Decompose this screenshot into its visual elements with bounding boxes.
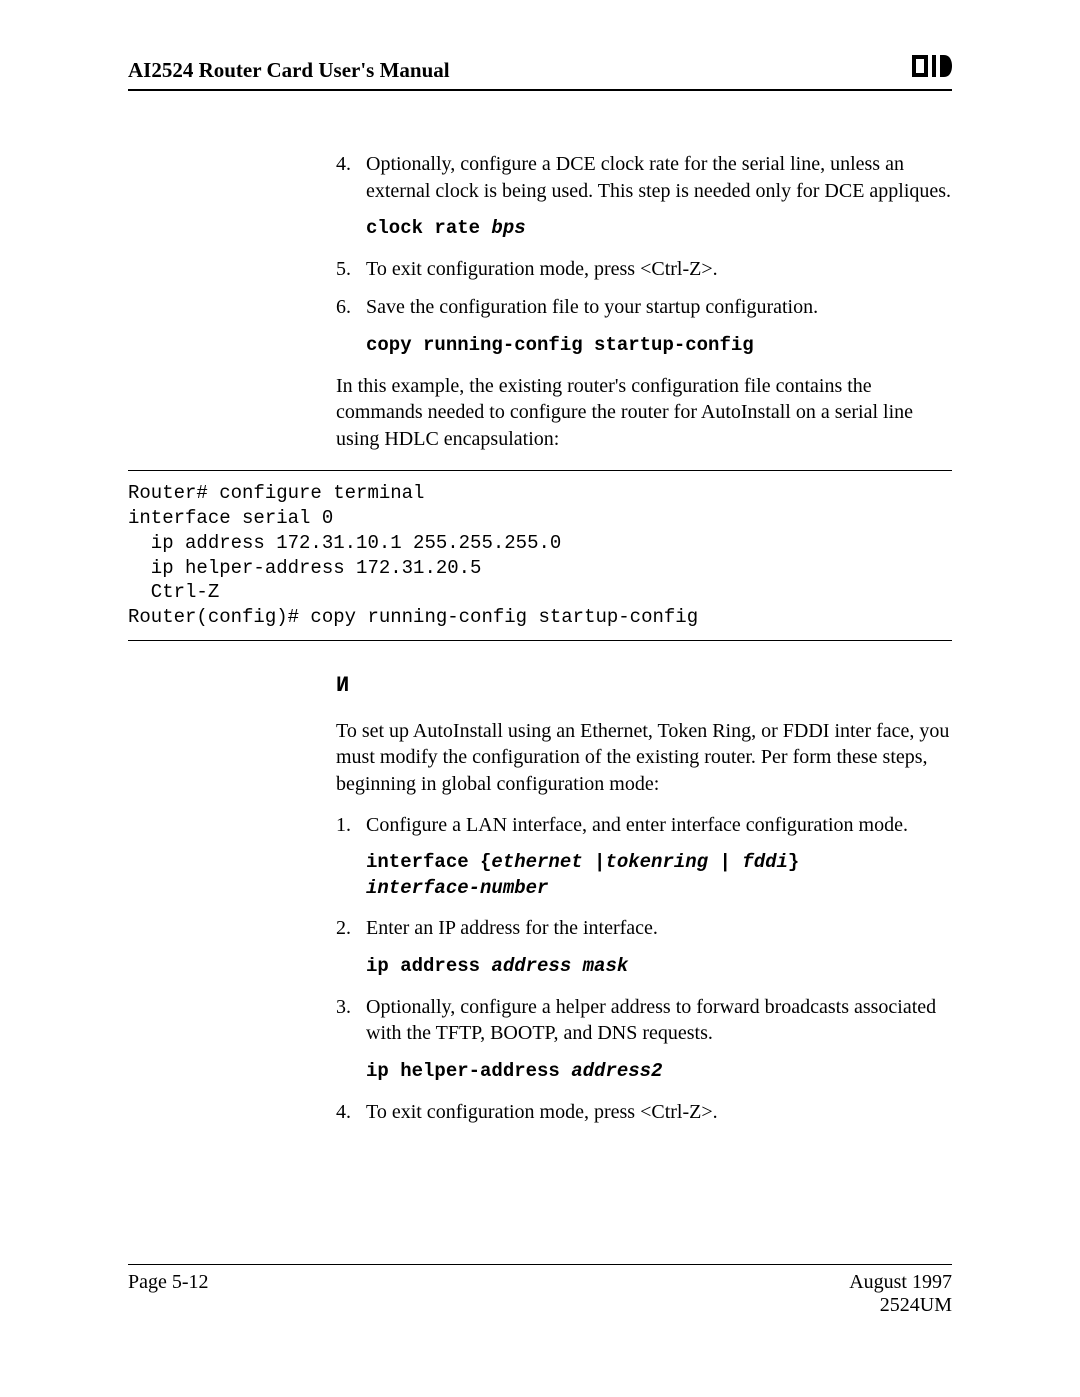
- list-text: Optionally, configure a helper address t…: [366, 994, 952, 1047]
- page: AI2524 Router Card User's Manual 4. Opti…: [0, 0, 1080, 1397]
- command-fixed: |: [719, 851, 742, 873]
- command-fixed: copy running-config startup-config: [366, 334, 754, 356]
- list-item: 5. To exit configuration mode, press <Ct…: [336, 256, 952, 283]
- footer-right: August 1997 2524UM: [849, 1271, 952, 1317]
- footer-docid: 2524UM: [849, 1294, 952, 1317]
- paragraph: In this example, the existing router's c…: [336, 373, 952, 453]
- divider: [128, 640, 952, 641]
- command-arg: bps: [491, 217, 525, 239]
- command-fixed: interface {: [366, 851, 491, 873]
- list-item: 6. Save the configuration file to your s…: [336, 294, 952, 321]
- list-text: To exit configuration mode, press <Ctrl-…: [366, 256, 952, 283]
- code-block: Router# configure terminal interface ser…: [128, 471, 952, 639]
- section-marker-icon: И: [336, 671, 952, 700]
- command-fixed: }: [788, 851, 799, 873]
- list-number: 6.: [336, 294, 366, 321]
- footer-page-number: Page 5-12: [128, 1271, 209, 1294]
- command-arg: address mask: [491, 955, 628, 977]
- list-text: Configure a LAN interface, and enter int…: [366, 812, 952, 839]
- list-item: 3. Optionally, configure a helper addres…: [336, 994, 952, 1047]
- command-fixed: ip address: [366, 955, 491, 977]
- footer-date: August 1997: [849, 1271, 952, 1294]
- code-example: Router# configure terminal interface ser…: [128, 470, 952, 640]
- page-footer: Page 5-12 August 1997 2524UM: [128, 1264, 952, 1317]
- list-number: 4.: [336, 151, 366, 204]
- list-text: To exit configuration mode, press <Ctrl-…: [366, 1099, 952, 1126]
- list-number: 5.: [336, 256, 366, 283]
- list-number: 4.: [336, 1099, 366, 1126]
- command-fixed: clock rate: [366, 217, 491, 239]
- command-line: interface {ethernet |tokenring | fddi} in…: [366, 850, 952, 901]
- brand-logo-icon: [912, 55, 952, 77]
- list-item: 4. To exit configuration mode, press <Ct…: [336, 1099, 952, 1126]
- list-number: 1.: [336, 812, 366, 839]
- command-arg: fddi: [742, 851, 788, 873]
- command-arg: ethernet: [491, 851, 594, 873]
- list-number: 2.: [336, 915, 366, 942]
- command-arg: tokenring: [605, 851, 719, 873]
- header-title: AI2524 Router Card User's Manual: [128, 58, 450, 83]
- list-text: Optionally, configure a DCE clock rate f…: [366, 151, 952, 204]
- command-arg: address2: [571, 1060, 662, 1082]
- page-body-continued: И To set up AutoInstall using an Etherne…: [336, 671, 952, 1126]
- command-line: copy running-config startup-config: [366, 333, 952, 359]
- command-line: ip address address mask: [366, 954, 952, 980]
- paragraph: To set up AutoInstall using an Ethernet,…: [336, 718, 952, 798]
- list-text: Save the configuration file to your star…: [366, 294, 952, 321]
- command-fixed: |: [594, 851, 605, 873]
- page-header: AI2524 Router Card User's Manual: [128, 55, 952, 91]
- list-item: 1. Configure a LAN interface, and enter …: [336, 812, 952, 839]
- command-arg: interface-number: [366, 877, 548, 899]
- command-fixed: ip helper-address: [366, 1060, 571, 1082]
- list-text: Enter an IP address for the interface.: [366, 915, 952, 942]
- command-line: clock rate bps: [366, 216, 952, 242]
- list-item: 2. Enter an IP address for the interface…: [336, 915, 952, 942]
- list-number: 3.: [336, 994, 366, 1047]
- command-line: ip helper-address address2: [366, 1059, 952, 1085]
- page-body: 4. Optionally, configure a DCE clock rat…: [336, 151, 952, 452]
- list-item: 4. Optionally, configure a DCE clock rat…: [336, 151, 952, 204]
